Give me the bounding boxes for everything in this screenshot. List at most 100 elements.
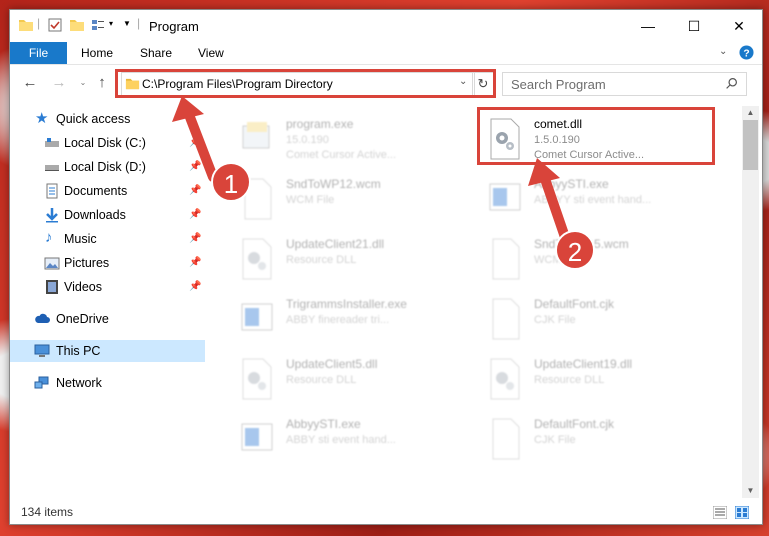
list-item[interactable]: program.exe 15.0.190 Comet Cursor Active… bbox=[236, 114, 471, 164]
file-name: DefaultFont.cjk bbox=[534, 417, 615, 431]
file-name: DefaultFont.cjk bbox=[534, 297, 615, 311]
minimize-button[interactable]: — bbox=[625, 10, 671, 42]
music-icon: ♪ bbox=[45, 229, 53, 246]
details-view-icon[interactable] bbox=[713, 506, 727, 519]
close-button[interactable]: ✕ bbox=[716, 10, 762, 42]
list-item[interactable]: SndToWP15.wcm WCM File bbox=[484, 234, 719, 284]
sidebar-item-label: Documents bbox=[64, 184, 128, 198]
search-placeholder: Search Program bbox=[511, 77, 606, 92]
exe-file-icon bbox=[241, 423, 273, 451]
search-box[interactable]: Search Program bbox=[502, 72, 747, 96]
pin-icon[interactable]: 📌 bbox=[189, 233, 201, 244]
list-item[interactable]: SndToWP12.wcm WCM File bbox=[236, 174, 471, 224]
file-detail: ABBY sti event hand... bbox=[286, 434, 396, 446]
generic-file-icon bbox=[492, 238, 520, 280]
expand-ribbon-icon[interactable]: ⌄ bbox=[719, 46, 727, 57]
file-name: UpdateClient5.dll bbox=[286, 357, 378, 371]
search-icon[interactable] bbox=[725, 77, 738, 90]
file-detail: Resource DLL bbox=[534, 374, 605, 386]
back-icon[interactable]: ← bbox=[21, 74, 39, 92]
pin-icon[interactable]: 📌 bbox=[189, 281, 201, 292]
tab-view[interactable]: View bbox=[198, 42, 224, 64]
generic-file-icon bbox=[492, 298, 520, 340]
list-item[interactable]: UpdateClient19.dll Resource DLL bbox=[484, 354, 719, 404]
list-item[interactable]: DefaultFont.cjk CJK File bbox=[484, 294, 719, 344]
tab-home[interactable]: Home bbox=[81, 42, 113, 64]
sidebar-item-network[interactable]: Network bbox=[10, 372, 205, 394]
navigation-pane: ★ Quick access Local Disk (C:) 📌 Local D… bbox=[10, 106, 205, 498]
view-options-icon[interactable] bbox=[90, 17, 106, 33]
exe-file-icon bbox=[242, 122, 270, 149]
new-folder-icon[interactable] bbox=[69, 17, 85, 33]
sidebar-item-label: Downloads bbox=[64, 208, 126, 222]
sidebar-item-documents[interactable]: Documents 📌 bbox=[10, 180, 205, 202]
customize-toolbar-dropdown[interactable]: ▾ bbox=[109, 19, 113, 28]
sidebar-item-local-disk-d[interactable]: Local Disk (D:) 📌 bbox=[10, 156, 205, 178]
pin-icon[interactable]: 📌 bbox=[189, 137, 201, 148]
sidebar-item-label: Local Disk (C:) bbox=[64, 136, 146, 150]
file-name: program.exe bbox=[286, 117, 354, 131]
documents-icon bbox=[46, 183, 58, 199]
forward-icon[interactable]: → bbox=[50, 74, 68, 92]
status-bar: 134 items bbox=[10, 501, 762, 523]
file-detail: CJK File bbox=[534, 314, 576, 326]
list-item[interactable]: DefaultFont.cjk CJK File bbox=[484, 414, 719, 464]
sidebar-item-label: Music bbox=[64, 232, 97, 246]
sidebar-item-downloads[interactable]: Downloads 📌 bbox=[10, 204, 205, 226]
file-detail: CJK File bbox=[534, 434, 576, 446]
comet-dll-highlight bbox=[477, 107, 715, 165]
computer-icon bbox=[34, 344, 50, 357]
file-detail: 15.0.190 bbox=[286, 134, 329, 146]
network-icon bbox=[34, 376, 49, 389]
dll-gear-icon bbox=[490, 358, 520, 400]
quick-access-dropdown[interactable]: ▼ bbox=[123, 19, 131, 28]
list-item[interactable]: UpdateClient5.dll Resource DLL bbox=[236, 354, 471, 404]
scrollbar-thumb[interactable] bbox=[743, 120, 758, 170]
download-icon bbox=[46, 208, 58, 223]
recent-locations-icon[interactable]: ⌄ bbox=[74, 74, 92, 92]
ribbon-tabs: File Home Share View ⌄ ? bbox=[10, 42, 762, 65]
sidebar-item-onedrive[interactable]: OneDrive bbox=[10, 308, 205, 330]
pin-icon[interactable]: 📌 bbox=[189, 161, 201, 172]
sidebar-item-quick-access[interactable]: ★ Quick access bbox=[10, 108, 205, 130]
list-item[interactable]: AbbyySTI.exe ABBY sti event hand... bbox=[236, 414, 471, 464]
title-separator: | bbox=[37, 16, 41, 30]
sidebar-item-music[interactable]: ♪ Music 📌 bbox=[10, 228, 205, 250]
tab-share[interactable]: Share bbox=[140, 42, 172, 64]
cloud-icon bbox=[35, 313, 50, 323]
file-name: TrigrammsInstaller.exe bbox=[286, 297, 407, 311]
list-item[interactable]: TrigrammsInstaller.exe ABBY finereader t… bbox=[236, 294, 471, 344]
drive-icon bbox=[45, 165, 59, 171]
scroll-down-icon[interactable]: ▼ bbox=[742, 486, 759, 495]
window-title: Program bbox=[149, 19, 199, 34]
sidebar-item-label: Local Disk (D:) bbox=[64, 160, 146, 174]
title-bar: | ▾ ▼ | Program — ☐ ✕ bbox=[10, 10, 762, 42]
tiles-view-icon[interactable] bbox=[735, 506, 749, 519]
sidebar-item-this-pc[interactable]: This PC bbox=[10, 340, 205, 362]
drive-icon bbox=[45, 138, 59, 147]
list-item[interactable]: AbbyySTI.exe ABBYY sti event hand... bbox=[484, 174, 719, 224]
callout-badge-1: 1 bbox=[211, 162, 251, 202]
help-icon[interactable]: ? bbox=[739, 45, 754, 60]
pin-icon[interactable]: 📌 bbox=[189, 257, 201, 268]
file-name: AbbyySTI.exe bbox=[534, 177, 609, 191]
properties-icon[interactable] bbox=[47, 17, 63, 33]
scroll-up-icon[interactable]: ▲ bbox=[742, 108, 759, 117]
vertical-scrollbar[interactable]: ▲ ▼ bbox=[742, 106, 759, 498]
title-separator-2: | bbox=[137, 16, 141, 30]
list-item[interactable]: UpdateClient21.dll Resource DLL bbox=[236, 234, 471, 284]
dll-gear-icon bbox=[242, 238, 272, 280]
pin-icon[interactable]: 📌 bbox=[189, 185, 201, 196]
folder-icon bbox=[19, 20, 33, 31]
file-description: Comet Cursor Active... bbox=[286, 149, 397, 161]
maximize-button[interactable]: ☐ bbox=[671, 10, 717, 42]
pin-icon[interactable]: 📌 bbox=[189, 209, 201, 220]
file-detail: Resource DLL bbox=[286, 374, 357, 386]
sidebar-item-videos[interactable]: Videos 📌 bbox=[10, 276, 205, 298]
up-icon[interactable]: ↑ bbox=[93, 74, 111, 92]
sidebar-item-label: This PC bbox=[56, 344, 101, 358]
sidebar-item-pictures[interactable]: Pictures 📌 bbox=[10, 252, 205, 274]
sidebar-item-local-disk-c[interactable]: Local Disk (C:) 📌 bbox=[10, 132, 205, 154]
tab-file[interactable]: File bbox=[10, 42, 67, 64]
explorer-window: | ▾ ▼ | Program — ☐ ✕ File Home Share Vi… bbox=[9, 9, 763, 525]
